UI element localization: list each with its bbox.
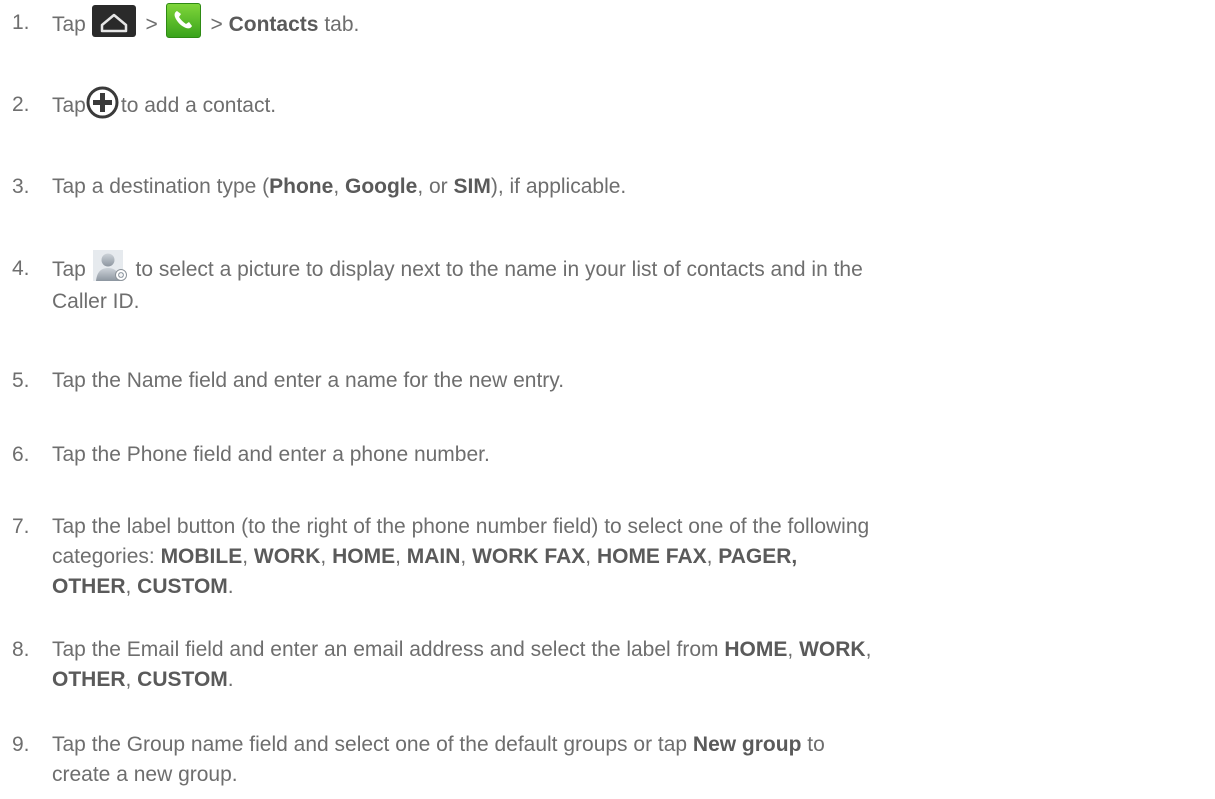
category-pager: PAGER, [718, 545, 798, 568]
step-text: to [801, 733, 825, 756]
step-text: Tap [52, 94, 86, 118]
step-text: Tap [52, 258, 86, 282]
step-text: Tap the Phone field and enter a phone nu… [52, 443, 490, 466]
step-number: 8. [12, 638, 30, 661]
step-text: Tap a destination type ( [52, 175, 270, 198]
step-text: tab. [324, 13, 360, 37]
step-text: , [333, 175, 345, 198]
contact-picture-icon [92, 249, 128, 282]
step-text: , or [417, 175, 454, 198]
destination-phone: Phone [269, 175, 334, 198]
phone-app-icon [165, 3, 201, 38]
contacts-tab-label: Contacts [228, 13, 319, 37]
email-label-home: HOME [724, 638, 788, 661]
step-text: create a new group. [52, 763, 238, 786]
home-icon [91, 4, 136, 37]
step-number: 2. [12, 93, 30, 116]
add-contact-icon [86, 86, 119, 119]
step-text: Tap [52, 13, 86, 37]
instruction-list: 1. Tap > > Contacts tab. 2. Tap to add a… [0, 0, 1215, 799]
step-text: ), if applicable. [490, 175, 627, 198]
step-text: Tap the Email field and enter an email a… [52, 638, 725, 661]
step-text: categories: [52, 545, 161, 568]
step-number: 9. [12, 733, 30, 756]
step-text: Caller ID. [52, 290, 140, 313]
step-separator: > [145, 13, 158, 37]
step-separator: > [210, 13, 223, 37]
category-work: WORK [253, 545, 321, 568]
step-text: to select a picture to display next to t… [135, 258, 863, 282]
category-other: OTHER [52, 575, 126, 598]
step-number: 4. [12, 257, 30, 280]
step-text: Tap the Group name field and select one … [52, 733, 693, 756]
step-number: 5. [12, 369, 30, 392]
email-label-other: OTHER [52, 668, 126, 691]
category-main: MAIN [406, 545, 461, 568]
destination-google: Google [344, 175, 418, 198]
category-mobile: MOBILE [160, 545, 243, 568]
step-number: 6. [12, 443, 30, 466]
category-home: HOME [332, 545, 396, 568]
category-work-fax: WORK FAX [472, 545, 586, 568]
new-group-label: New group [692, 733, 802, 756]
step-number: 7. [12, 515, 30, 538]
email-label-custom: CUSTOM [137, 668, 228, 691]
step-number: 1. [12, 11, 30, 34]
step-text: to add a contact. [120, 94, 277, 118]
category-home-fax: HOME FAX [596, 545, 707, 568]
category-custom: CUSTOM [137, 575, 228, 598]
destination-sim: SIM [453, 175, 491, 198]
step-text: . [227, 575, 234, 598]
step-text: Tap the Name field and enter a name for … [52, 369, 565, 392]
email-label-work: WORK [799, 638, 866, 661]
step-text: . [227, 668, 234, 691]
step-number: 3. [12, 175, 30, 198]
step-text: Tap the label button (to the right of th… [52, 515, 870, 538]
